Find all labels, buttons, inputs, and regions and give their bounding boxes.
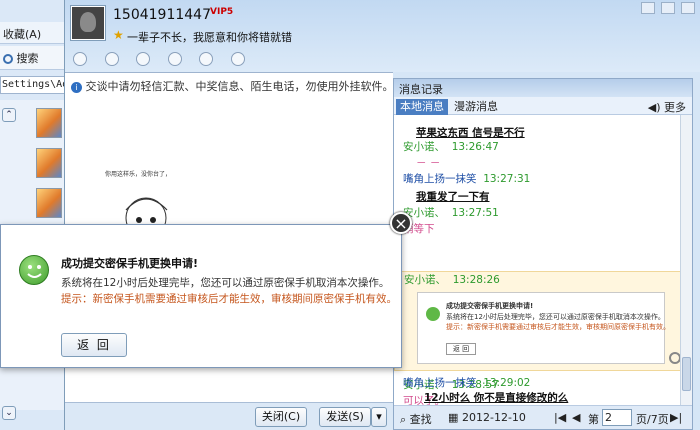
sender-name: 安小诺、 xyxy=(404,274,446,286)
image-thumbnail[interactable] xyxy=(36,148,62,178)
send-options-dropdown[interactable]: ▾ xyxy=(371,407,387,427)
tab-roaming-messages[interactable]: 漫游消息 xyxy=(450,99,502,115)
avatar[interactable] xyxy=(71,6,105,40)
warning-text: 交谈中请勿轻信汇款、中奖信息、陌生电话，勿使用外挂软件。 xyxy=(85,80,394,93)
address-bar[interactable]: Settings\Adm xyxy=(0,76,66,94)
close-chat-button[interactable]: 关闭(C) xyxy=(255,407,307,427)
message-time: 13:27:31 xyxy=(483,173,531,185)
sender-name: 嘴角上扬一抹笑 xyxy=(403,173,477,185)
remote-assist-icon[interactable] xyxy=(167,52,182,66)
mini-dialog-button: 返 回 xyxy=(446,343,476,355)
find-button[interactable]: ⌕ 查找 xyxy=(400,411,432,427)
voice-call-icon[interactable] xyxy=(104,52,119,66)
page-total: 页/7页 xyxy=(636,413,669,426)
vip-badge: VIP5 xyxy=(210,7,234,17)
minimize-button[interactable] xyxy=(641,2,655,14)
message-time: 13:29:02 xyxy=(483,377,531,389)
last-page-button[interactable]: ▶| xyxy=(670,411,682,424)
first-page-button[interactable]: |◀ xyxy=(554,411,566,424)
search-icon xyxy=(3,54,13,64)
history-title: 消息记录 xyxy=(394,79,692,97)
more-link[interactable]: ◀) 更多 xyxy=(648,99,686,115)
history-tabs: 本地消息 漫游消息 ◀) 更多 xyxy=(394,97,692,115)
file-transfer-icon[interactable] xyxy=(136,52,150,66)
video-call-icon[interactable] xyxy=(73,52,87,66)
send-button[interactable]: 发送(S) xyxy=(319,407,371,427)
history-scrollbar[interactable] xyxy=(680,115,692,407)
message-history-panel: 消息记录 本地消息 漫游消息 ◀) 更多 苹果这东西 信号是不行 安小诺、 13… xyxy=(393,78,693,430)
chat-toolbar xyxy=(73,52,259,70)
chat-header: 15041911447 VIP5 ★ 一辈子不长，我愿意和你将错就错 xyxy=(65,0,700,72)
more-apps-icon[interactable] xyxy=(230,52,245,66)
image-thumbnail[interactable] xyxy=(36,188,62,218)
message-time: 13:27:51 xyxy=(451,207,499,219)
scrollbar-thumb[interactable] xyxy=(682,357,691,391)
image-message: 安小诺、 13:28:26 成功提交密保手机更换申请! 系统将在12小时后处理完… xyxy=(394,271,680,371)
calendar-icon[interactable]: ▦ xyxy=(448,411,458,424)
page-label: 第 xyxy=(588,413,599,426)
smile-icon xyxy=(426,307,440,321)
mini-dialog-title: 成功提交密保手机更换申请! xyxy=(446,302,534,310)
menu-favorites[interactable]: 收藏(A) xyxy=(0,22,66,44)
sound-icon: ◀) xyxy=(647,101,661,114)
chat-bottom-bar: 关闭(C) 发送(S) ▾ xyxy=(65,402,393,430)
success-dialog: 成功提交密保手机更换申请! 系统将在12小时后处理完毕，您还可以通过原密保手机取… xyxy=(0,224,402,368)
message-text: 苹果这东西 信号是不行 xyxy=(416,127,525,139)
star-icon: ★ xyxy=(113,28,124,42)
message-time: 13:28:26 xyxy=(452,274,500,286)
mini-dialog-line1: 系统将在12小时后处理完毕，您还可以通过原密保手机取消本次操作。 xyxy=(446,313,665,321)
message-text: － － xyxy=(416,157,441,169)
sketch-caption: 你用这样乐，没你台了， xyxy=(105,170,171,178)
dialog-message: 系统将在12小时后处理完毕，您还可以通过原密保手机取消本次操作。 xyxy=(61,277,390,289)
message-time: 13:26:47 xyxy=(451,141,499,153)
contact-name: 15041911447 xyxy=(113,7,211,23)
message-text: 12小时么 你不是直接修改的么 xyxy=(424,392,569,404)
collapse-down-icon[interactable]: ⌄ xyxy=(2,406,16,420)
date-value[interactable]: 2012-12-10 xyxy=(462,411,526,424)
contact-signature: 一辈子不长，我愿意和你将错就错 xyxy=(127,31,292,44)
history-messages: 苹果这东西 信号是不行 安小诺、 13:26:47 － － 嘴角上扬一抹笑 13… xyxy=(394,115,680,407)
sender-name: 安小诺、 xyxy=(403,141,445,153)
zoom-icon[interactable] xyxy=(669,352,680,364)
find-icon: ⌕ xyxy=(400,413,407,426)
search-button[interactable]: 搜索 xyxy=(0,46,66,70)
close-window-button[interactable] xyxy=(681,2,695,14)
security-warning: i 交谈中请勿轻信汇款、中奖信息、陌生电话，勿使用外挂软件。 xyxy=(71,78,394,94)
collapse-up-icon[interactable]: ⌃ xyxy=(2,108,16,122)
page-input[interactable]: 2 xyxy=(602,409,632,426)
dialog-hint: 提示：新密保手机需要通过审核后才能生效，审核期间原密保手机有效。 xyxy=(61,293,397,305)
back-button[interactable]: 返 回 xyxy=(61,333,127,357)
sender-name: 嘴角上扬一抹笑 xyxy=(403,377,477,389)
history-footer: ⌕ 查找 ▦ 2012-12-10 |◀ ◀ 第 2 页/7页 ▶| xyxy=(394,405,692,429)
prev-page-button[interactable]: ◀ xyxy=(572,411,580,424)
dialog-close-icon[interactable]: × xyxy=(390,212,412,234)
image-thumbnail[interactable] xyxy=(36,108,62,138)
screen-share-icon[interactable] xyxy=(199,52,213,66)
message-text: 我重发了一下有 xyxy=(416,191,490,203)
screenshot-thumbnail[interactable]: 成功提交密保手机更换申请! 系统将在12小时后处理完毕，您还可以通过原密保手机取… xyxy=(417,292,670,364)
maximize-button[interactable] xyxy=(661,2,675,14)
search-label: 搜索 xyxy=(16,52,39,65)
window-controls xyxy=(635,2,695,17)
mini-dialog-line2: 提示：新密保手机需要通过审核后才能生效，审核期间原密保手机有效。 xyxy=(446,323,670,331)
smile-icon xyxy=(19,255,49,285)
tab-local-messages[interactable]: 本地消息 xyxy=(396,99,448,115)
dialog-title: 成功提交密保手机更换申请! xyxy=(61,257,199,270)
info-icon: i xyxy=(71,81,82,93)
